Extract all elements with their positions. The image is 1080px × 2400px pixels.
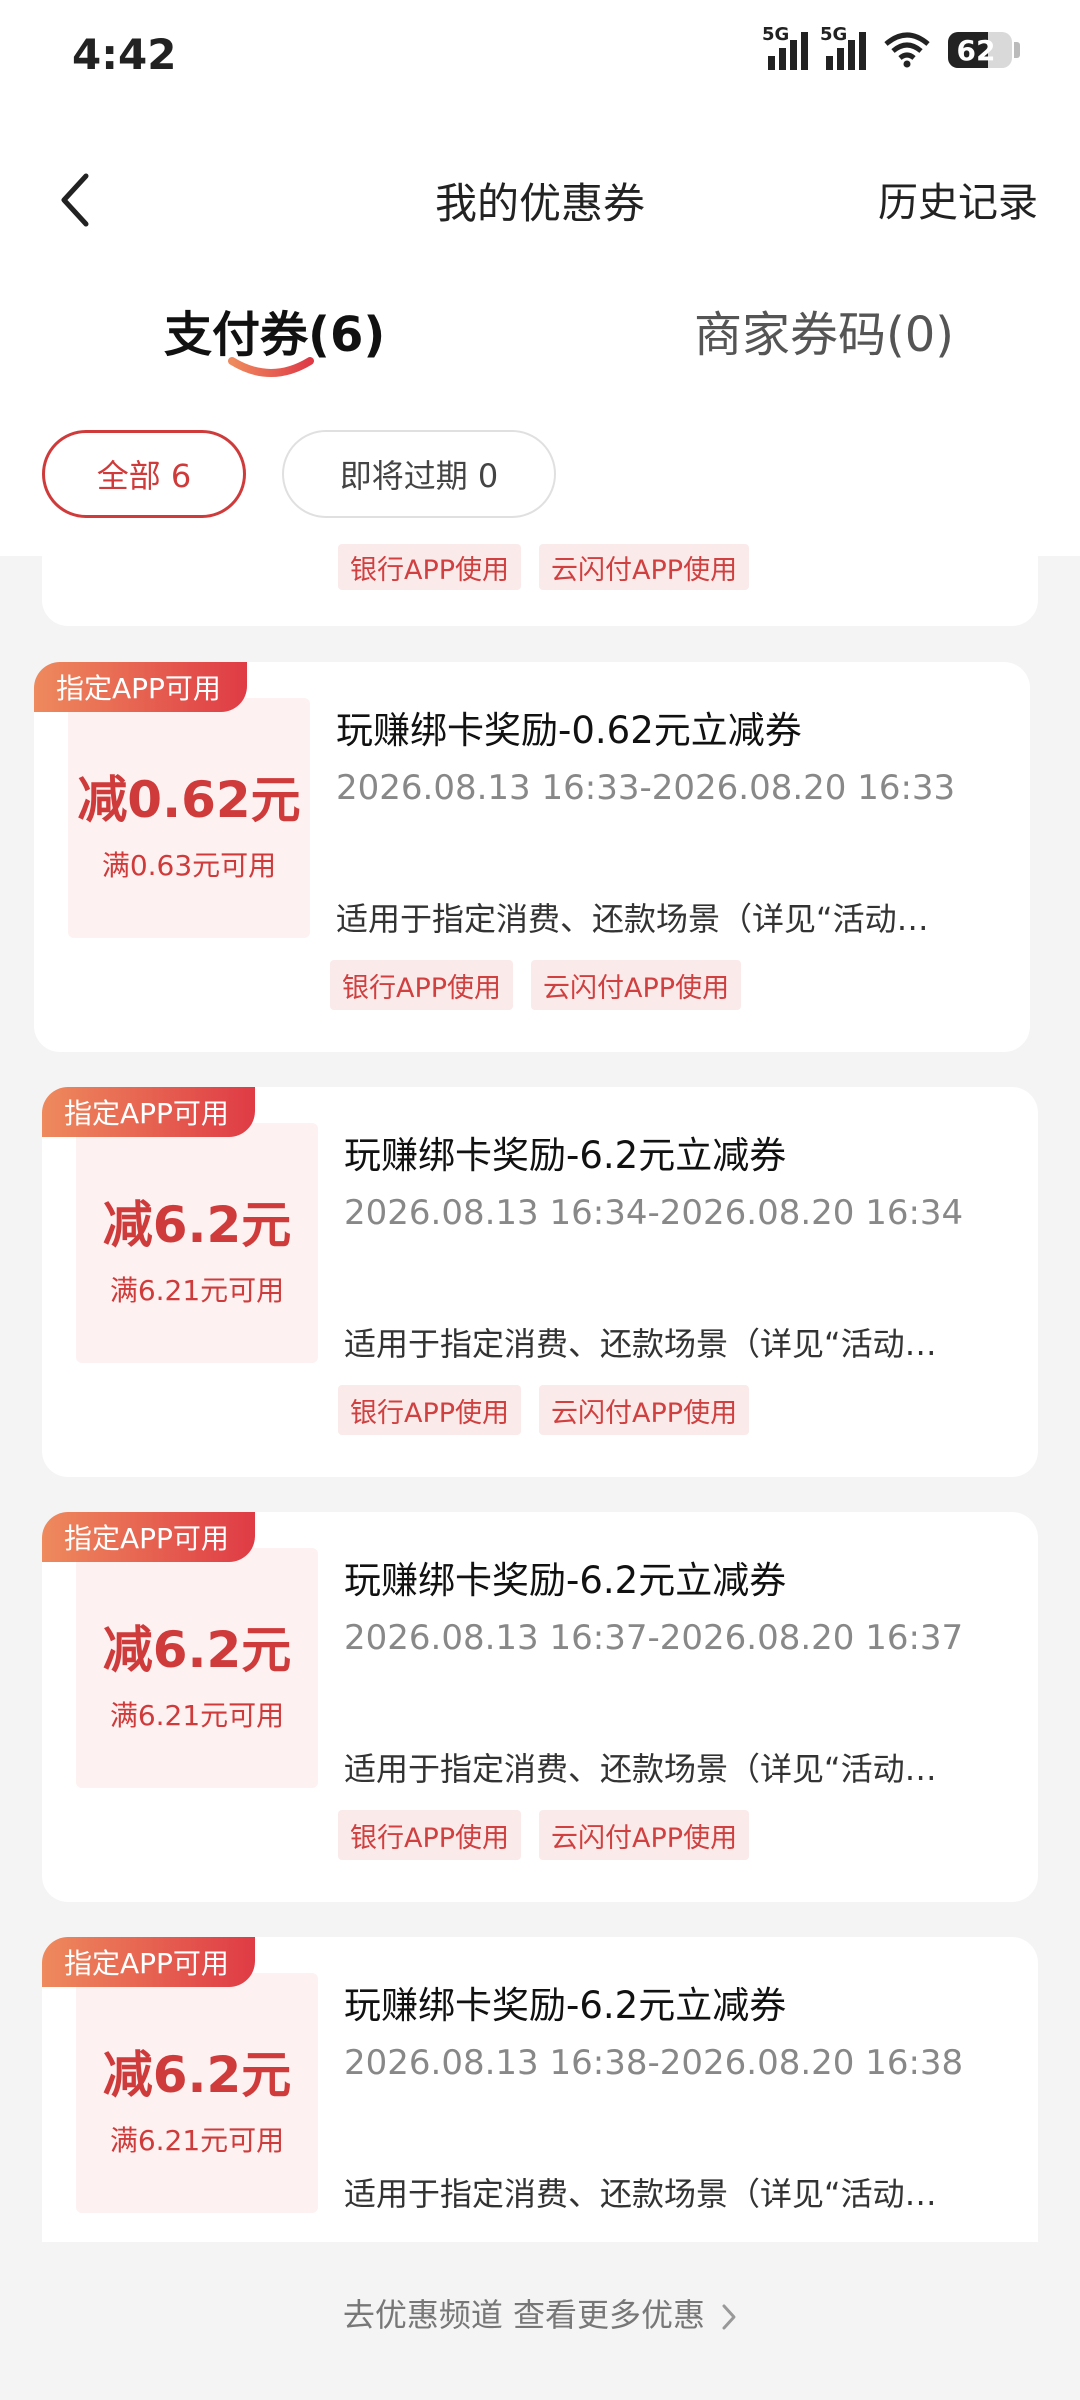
coupon-description: 适用于指定消费、还款场景（详见“活动… [344, 1750, 937, 1788]
tab-merchant-codes[interactable]: 商家券码(0) [694, 295, 954, 365]
coupon-amount: 减0.62元 [77, 771, 301, 829]
battery-cap [1014, 42, 1020, 58]
coupon-min-spend: 满6.21元可用 [109, 2124, 285, 2157]
coupon-ribbon: 指定APP可用 [34, 662, 247, 712]
coupon-amount: 减6.2元 [102, 1621, 292, 1679]
cellular-signal-icon: 5G [762, 24, 808, 70]
coupon-amount-box: 减6.2元 满6.21元可用 [76, 1123, 318, 1363]
coupon-tags: 银行APP使用 云闪付APP使用 [338, 1810, 750, 1860]
coupon-ribbon: 指定APP可用 [42, 1087, 255, 1137]
status-bar: 4:42 5G 5G 62 [0, 0, 1080, 120]
coupon-validity: 2026.08.13 16:34-2026.08.20 16:34 [344, 1193, 964, 1233]
coupon-title: 玩赚绑卡奖励-6.2元立减券 [344, 1984, 787, 2027]
coupon-ribbon: 指定APP可用 [42, 1937, 255, 1987]
coupon-card[interactable]: 减0.62元 满0.63元可用 指定APP可用 玩赚绑卡奖励-0.62元立减券 … [34, 662, 1030, 1052]
more-offers-label: 去优惠频道 查看更多优惠 [342, 2296, 705, 2334]
filter-all[interactable]: 全部 6 [42, 430, 246, 518]
coupon-amount: 减6.2元 [102, 2046, 292, 2104]
coupon-tag: 银行APP使用 [330, 960, 514, 1010]
coupon-title: 玩赚绑卡奖励-6.2元立减券 [344, 1559, 787, 1602]
coupon-tag: 云闪付APP使用 [531, 960, 742, 1010]
filter-expiring-soon[interactable]: 即将过期 0 [282, 430, 556, 518]
coupon-tag: 银行APP使用 [338, 1385, 522, 1435]
chevron-right-icon [722, 2304, 736, 2330]
coupon-validity: 2026.08.13 16:37-2026.08.20 16:37 [344, 1618, 964, 1658]
coupon-ribbon: 指定APP可用 [42, 1512, 255, 1562]
cellular-signal-icon-2: 5G [820, 24, 866, 70]
coupon-title: 玩赚绑卡奖励-0.62元立减券 [336, 709, 802, 752]
coupon-amount-box: 减0.62元 满0.63元可用 [68, 698, 310, 938]
status-icons: 5G 5G 62 [762, 24, 1020, 70]
coupon-title: 玩赚绑卡奖励-6.2元立减券 [344, 1134, 787, 1177]
coupon-min-spend: 满6.21元可用 [109, 1699, 285, 1732]
more-offers-link[interactable]: 去优惠频道 查看更多优惠 [0, 2290, 1080, 2336]
coupon-validity: 2026.08.13 16:33-2026.08.20 16:33 [336, 768, 956, 808]
coupon-description: 适用于指定消费、还款场景（详见“活动… [344, 2175, 937, 2213]
coupon-tag: 云闪付APP使用 [539, 544, 750, 590]
coupon-amount-box: 减6.2元 满6.21元可用 [76, 1548, 318, 1788]
coupon-tag: 银行APP使用 [338, 1810, 522, 1860]
coupon-tags: 银行APP使用 云闪付APP使用 [330, 960, 742, 1010]
wifi-icon [884, 32, 930, 68]
active-tab-indicator [228, 357, 314, 377]
history-link[interactable]: 历史记录 [878, 170, 1038, 228]
coupon-card[interactable]: 减6.2元 满6.21元可用 指定APP可用 玩赚绑卡奖励-6.2元立减券 20… [42, 1512, 1038, 1902]
coupon-min-spend: 满6.21元可用 [109, 1274, 285, 1307]
coupon-description: 适用于指定消费、还款场景（详见“活动… [344, 1325, 937, 1363]
coupon-amount: 减6.2元 [102, 1196, 292, 1254]
coupon-amount-box: 减6.2元 满6.21元可用 [76, 1973, 318, 2213]
coupon-min-spend: 满0.63元可用 [101, 849, 277, 882]
coupon-tags-partial: 银行APP使用 云闪付APP使用 [338, 544, 750, 590]
coupon-tags: 银行APP使用 云闪付APP使用 [338, 1385, 750, 1435]
battery-level: 62 [956, 34, 996, 67]
coupon-card[interactable]: 减6.2元 满6.21元可用 指定APP可用 玩赚绑卡奖励-6.2元立减券 20… [42, 1087, 1038, 1477]
coupon-tag: 银行APP使用 [338, 544, 522, 590]
coupon-validity: 2026.08.13 16:38-2026.08.20 16:38 [344, 2043, 964, 2083]
coupon-tag: 云闪付APP使用 [539, 1385, 750, 1435]
status-time: 4:42 [72, 30, 177, 79]
battery-icon: 62 [948, 32, 1012, 68]
coupon-description: 适用于指定消费、还款场景（详见“活动… [336, 900, 929, 938]
coupon-tag: 云闪付APP使用 [539, 1810, 750, 1860]
